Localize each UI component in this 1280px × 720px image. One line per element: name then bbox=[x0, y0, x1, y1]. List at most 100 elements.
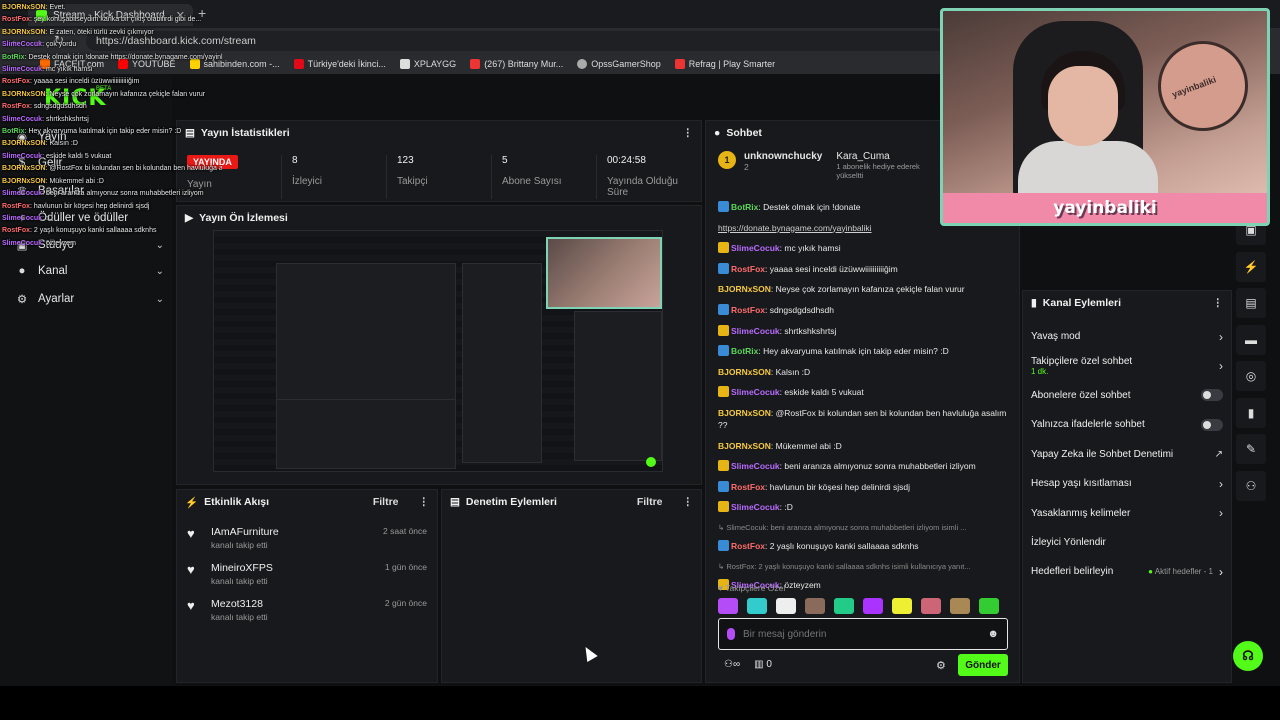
stat-uptime: 00:24:58 Yayında Olduğu Süre bbox=[596, 155, 701, 199]
rail-button-3[interactable]: ▤ bbox=[1236, 288, 1266, 318]
rail-button-5[interactable]: ◎ bbox=[1236, 361, 1266, 391]
action-emotes-only: Yalnızca ifadelerle sohbet bbox=[1023, 410, 1231, 439]
send-button[interactable]: Gönder bbox=[958, 654, 1008, 676]
emote[interactable] bbox=[892, 598, 912, 614]
emote[interactable] bbox=[921, 598, 941, 614]
webcam-name-banner: yayinbaliki bbox=[943, 193, 1267, 223]
overlay-chat-line: SlimeCocuk: beni aranıza almıyonuz sonra… bbox=[2, 190, 204, 198]
action-set-goals[interactable]: Hedefleri belirleyin ● Aktif hedefler - 1… bbox=[1023, 557, 1231, 586]
chat-username[interactable]: SlimeCocuk bbox=[731, 326, 780, 336]
rail-button-2[interactable]: ⚡ bbox=[1236, 251, 1266, 282]
gear-icon: ⚙ bbox=[16, 294, 28, 306]
chat-username[interactable]: BJORNxSON bbox=[718, 408, 771, 418]
chat-message: RostFox: havlunun bir köşesi hep delinir… bbox=[718, 480, 1013, 493]
overlay-chat-line: SlimeCocuk: shrtkshkshrtsj bbox=[2, 115, 89, 123]
followers-only-label: ♥ Takipçilere Özel bbox=[718, 583, 786, 593]
action-followers-only[interactable]: Takipçilere özel sohbet 1 dk. › bbox=[1023, 351, 1231, 380]
emote[interactable] bbox=[776, 598, 796, 614]
microphone-icon[interactable] bbox=[727, 628, 735, 640]
action-banned-words[interactable]: Yasaklanmış kelimeler › bbox=[1023, 498, 1231, 527]
emote[interactable] bbox=[834, 598, 854, 614]
rail-button-4[interactable]: ▬ bbox=[1236, 324, 1266, 355]
emote[interactable] bbox=[979, 598, 999, 614]
bookmark[interactable]: (267) Brittany Mur... bbox=[470, 59, 563, 69]
overlay-chat-line: RostFox: yaaaa sesi inceldi üzüwwiiiiiii… bbox=[2, 78, 140, 86]
user-badge-icon bbox=[718, 480, 729, 492]
action-host-viewers[interactable]: İzleyici Yönlendir bbox=[1023, 528, 1231, 557]
list-item: ♥ IAmAFurniture kanalı takip etti 2 saat ön… bbox=[187, 526, 427, 550]
stat-viewers: 8 İzleyici bbox=[281, 155, 386, 199]
chat-message: SlimeCocuk: :D bbox=[718, 501, 1013, 513]
user-icon: ● bbox=[18, 265, 26, 277]
bookmark[interactable]: Türkiye'deki İkinci... bbox=[293, 59, 386, 69]
chat-username[interactable]: RostFox bbox=[731, 482, 765, 492]
chat-text: : havlunun bir köşesi hep delinirdi sjsd… bbox=[765, 481, 911, 492]
rail-button-8[interactable]: ⚇ bbox=[1236, 470, 1266, 501]
overlay-chat-line: BJORNxSON: E zaten, öteki türlü zevki çı… bbox=[2, 28, 154, 36]
chat-input-box[interactable]: ☻ bbox=[718, 618, 1008, 650]
headset-icon: ☊ bbox=[1242, 648, 1254, 663]
sidebar-item-ayarlar[interactable]: ⚙ Ayarlar ⌄ bbox=[16, 292, 164, 306]
panel-title: Etkinlik Akışı bbox=[204, 496, 270, 508]
chat-bubble-icon: ▬ bbox=[1245, 332, 1257, 347]
chat-reply-preview[interactable]: ↳ RostFox: 2 yaşlı konuşuyo kanki sallaa… bbox=[718, 561, 1013, 573]
more-icon[interactable]: ⋮ bbox=[683, 127, 694, 139]
users-icon[interactable]: ⚇∞ bbox=[724, 659, 740, 670]
rail-button-6[interactable]: ▮ bbox=[1236, 397, 1266, 428]
rail-button-7[interactable]: ✎ bbox=[1236, 434, 1266, 464]
more-icon[interactable]: ⋮ bbox=[419, 496, 430, 508]
emote[interactable] bbox=[950, 598, 970, 614]
chat-username[interactable]: RostFox bbox=[731, 541, 765, 551]
stream-preview-video[interactable] bbox=[213, 230, 663, 472]
user-badge-icon bbox=[718, 345, 729, 357]
chat-message: RostFox: sdngsdgdsdhsdh bbox=[718, 303, 1013, 316]
stat-subscribers: 5 Abone Sayısı bbox=[491, 155, 596, 199]
chat-settings-icon[interactable]: ⚙ bbox=[936, 659, 946, 672]
action-slow-mode[interactable]: Yavaş mod › bbox=[1023, 322, 1231, 351]
more-icon[interactable]: ⋮ bbox=[683, 496, 694, 508]
chat-username[interactable]: BJORNxSON bbox=[718, 367, 771, 377]
moderation-actions-panel: ▤ Denetim Eylemleri Filtre ⋮ bbox=[441, 489, 702, 683]
chat-username[interactable]: SlimeCocuk bbox=[731, 243, 780, 253]
bookmark[interactable]: Refrag | Play Smarter bbox=[674, 59, 775, 69]
support-button[interactable]: ☊ bbox=[1233, 641, 1263, 671]
chat-message: BJORNxSON: Neyse çok zorlamayın kafanıza… bbox=[718, 283, 1013, 295]
chat-username[interactable]: RostFox bbox=[731, 305, 765, 315]
chat-username[interactable]: BotRix bbox=[731, 202, 758, 212]
user-badge-icon bbox=[718, 501, 729, 513]
chat-username[interactable]: RostFox bbox=[731, 264, 765, 274]
user-badge-icon bbox=[718, 303, 729, 315]
bookmark[interactable]: OpssGamerShop bbox=[577, 59, 661, 69]
chat-message-input[interactable] bbox=[743, 628, 980, 640]
chat-username[interactable]: BJORNxSON bbox=[718, 441, 771, 451]
emotes-only-toggle[interactable] bbox=[1201, 418, 1223, 431]
preview-webcam bbox=[546, 237, 662, 309]
overlay-chat-line: RostFox: 2 yaşlı konuşuyo kanki sallaaaa… bbox=[2, 227, 157, 235]
filter-button[interactable]: Filtre bbox=[373, 496, 399, 508]
fish-logo-plaque: yayinbaliki bbox=[1158, 41, 1248, 131]
chat-text: : Neyse çok zorlamayın kafanıza çekiçle … bbox=[770, 284, 965, 295]
filter-button[interactable]: Filtre bbox=[637, 496, 663, 508]
chat-username[interactable]: SlimeCocuk bbox=[731, 387, 780, 397]
donate-link[interactable]: https://donate.bynagame.com/yayinbaliki bbox=[718, 223, 872, 233]
emote[interactable] bbox=[863, 598, 883, 614]
subscribers-only-toggle[interactable] bbox=[1201, 389, 1223, 402]
emote[interactable] bbox=[718, 598, 738, 614]
chat-reply-preview[interactable]: ↳ SlimeCocuk: beni aranıza almıyonuz son… bbox=[718, 522, 1013, 534]
chat-username[interactable]: SlimeCocuk bbox=[731, 461, 780, 471]
emote[interactable] bbox=[747, 598, 767, 614]
bookmark[interactable]: XPLAYGG bbox=[399, 59, 456, 69]
chat-icon: ● bbox=[714, 127, 721, 139]
more-icon[interactable]: ⋮ bbox=[1213, 297, 1224, 309]
bolt-icon: ⚡ bbox=[185, 496, 199, 509]
chat-username[interactable]: BotRix bbox=[731, 346, 758, 356]
user-badge-icon bbox=[718, 539, 729, 551]
sidebar-item-kanal[interactable]: ● Kanal ⌄ bbox=[16, 265, 164, 277]
emoji-icon[interactable]: ☻ bbox=[987, 628, 999, 640]
action-ai-moderation[interactable]: Yapay Zeka ile Sohbet Denetimi ↗ bbox=[1023, 440, 1231, 469]
action-account-age[interactable]: Hesap yaşı kısıtlaması › bbox=[1023, 469, 1231, 498]
chat-username[interactable]: SlimeCocuk bbox=[731, 502, 780, 512]
points-indicator[interactable]: ▥ 0 bbox=[754, 659, 772, 670]
emote[interactable] bbox=[805, 598, 825, 614]
chat-username[interactable]: BJORNxSON bbox=[718, 284, 771, 294]
